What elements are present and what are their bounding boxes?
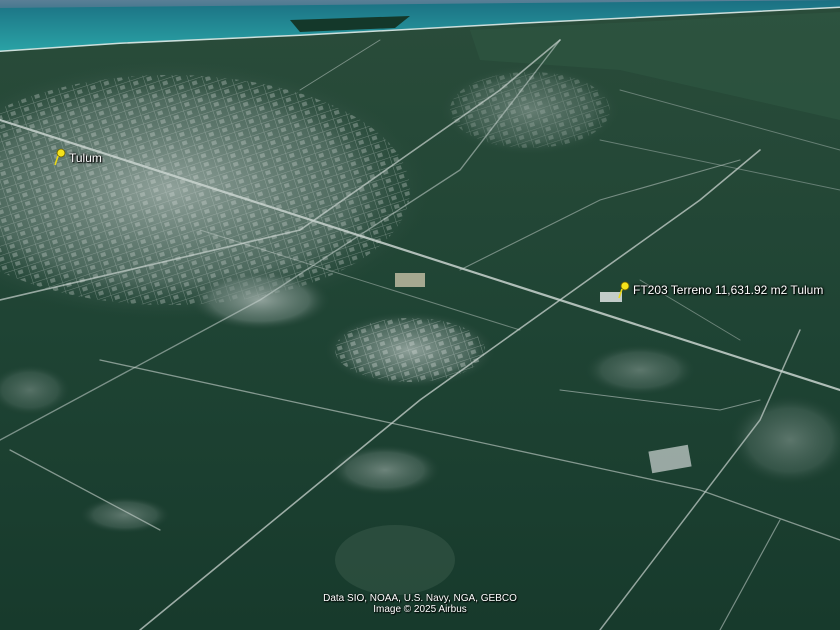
placemark-tulum[interactable]: Tulum [53, 148, 102, 166]
pushpin-icon [618, 281, 630, 299]
attribution-image: Image © 2025 Airbus [373, 604, 467, 615]
pushpin-icon [54, 148, 66, 166]
placemark-label: Tulum [69, 151, 102, 165]
attribution-data: Data SIO, NOAA, U.S. Navy, NGA, GEBCO [323, 593, 517, 604]
placemark-label: FT203 Terreno 11,631.92 m2 Tulum [633, 283, 824, 297]
map-viewport[interactable]: Tulum FT203 Terreno 11,631.92 m2 Tulum D… [0, 0, 840, 630]
placemark-ft203[interactable]: FT203 Terreno 11,631.92 m2 Tulum [617, 281, 823, 299]
satellite-imagery[interactable] [0, 0, 840, 630]
